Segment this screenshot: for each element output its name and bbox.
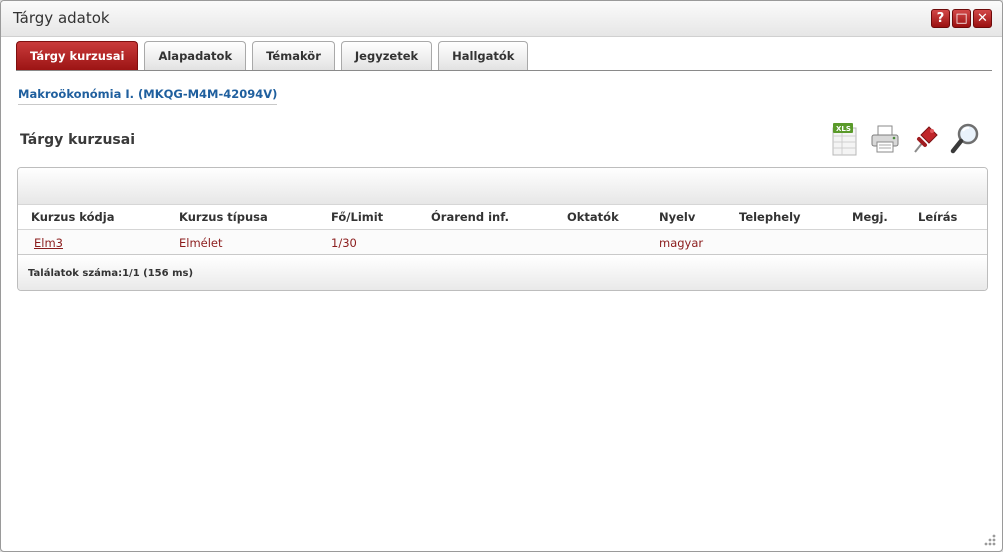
table-header: Kurzus kódja Kurzus típusa Fő/Limit Órar… xyxy=(18,205,987,229)
pin-icon[interactable] xyxy=(908,119,942,159)
tab-notes[interactable]: Jegyzetek xyxy=(340,41,433,70)
col-course-code[interactable]: Kurzus kódja xyxy=(31,210,114,224)
tab-courses[interactable]: Tárgy kurzusai xyxy=(16,41,139,70)
tab-topics[interactable]: Témakör xyxy=(252,41,335,70)
language-cell: magyar xyxy=(659,236,704,250)
col-schedule-info[interactable]: Órarend inf. xyxy=(431,210,509,224)
col-teachers[interactable]: Oktatók xyxy=(567,210,619,224)
xls-export-icon[interactable]: XLS xyxy=(828,119,862,159)
close-button[interactable]: ✕ xyxy=(973,9,992,28)
col-language[interactable]: Nyelv xyxy=(659,210,695,224)
courses-table: Kurzus kódja Kurzus típusa Fő/Limit Órar… xyxy=(17,167,988,291)
col-course-type[interactable]: Kurzus típusa xyxy=(179,210,268,224)
title-bar[interactable]: Tárgy adatok ? □ ✕ xyxy=(1,1,1002,37)
tab-bar: Tárgy kurzusai Alapadatok Témakör Jegyze… xyxy=(16,41,529,70)
course-code-link[interactable]: Elm3 xyxy=(34,236,63,250)
tab-divider xyxy=(16,70,992,71)
search-icon[interactable] xyxy=(948,119,982,159)
headcount-limit-cell: 1/30 xyxy=(331,236,357,250)
course-type-cell: Elmélet xyxy=(179,236,223,250)
subject-data-window: Tárgy adatok ? □ ✕ Tárgy kurzusai Alapad… xyxy=(0,0,1003,552)
toolbar: XLS xyxy=(828,119,982,159)
result-count: Találatok száma:1/1 (156 ms) xyxy=(28,268,194,279)
table-footer: Találatok száma:1/1 (156 ms) xyxy=(18,256,987,290)
col-headcount-limit[interactable]: Fő/Limit xyxy=(331,210,383,224)
col-site[interactable]: Telephely xyxy=(739,210,801,224)
print-icon[interactable] xyxy=(868,119,902,159)
tab-basic-data[interactable]: Alapadatok xyxy=(144,41,247,70)
window-title: Tárgy adatok xyxy=(13,9,110,27)
col-note[interactable]: Megj. xyxy=(852,210,888,224)
table-toolbar xyxy=(18,168,987,205)
resize-grip-icon[interactable] xyxy=(982,531,996,546)
col-description[interactable]: Leírás xyxy=(918,210,957,224)
maximize-button[interactable]: □ xyxy=(952,9,971,28)
window-controls: ? □ ✕ xyxy=(931,9,992,28)
help-button[interactable]: ? xyxy=(931,9,950,28)
tab-students[interactable]: Hallgatók xyxy=(438,41,529,70)
xls-label: XLS xyxy=(836,125,851,133)
section-title: Tárgy kurzusai xyxy=(20,132,135,148)
subject-link[interactable]: Makroökonómia I. (MKQG-M4M-42094V) xyxy=(18,87,278,105)
table-row[interactable]: Elm3 Elmélet 1/30 magyar xyxy=(18,229,987,255)
